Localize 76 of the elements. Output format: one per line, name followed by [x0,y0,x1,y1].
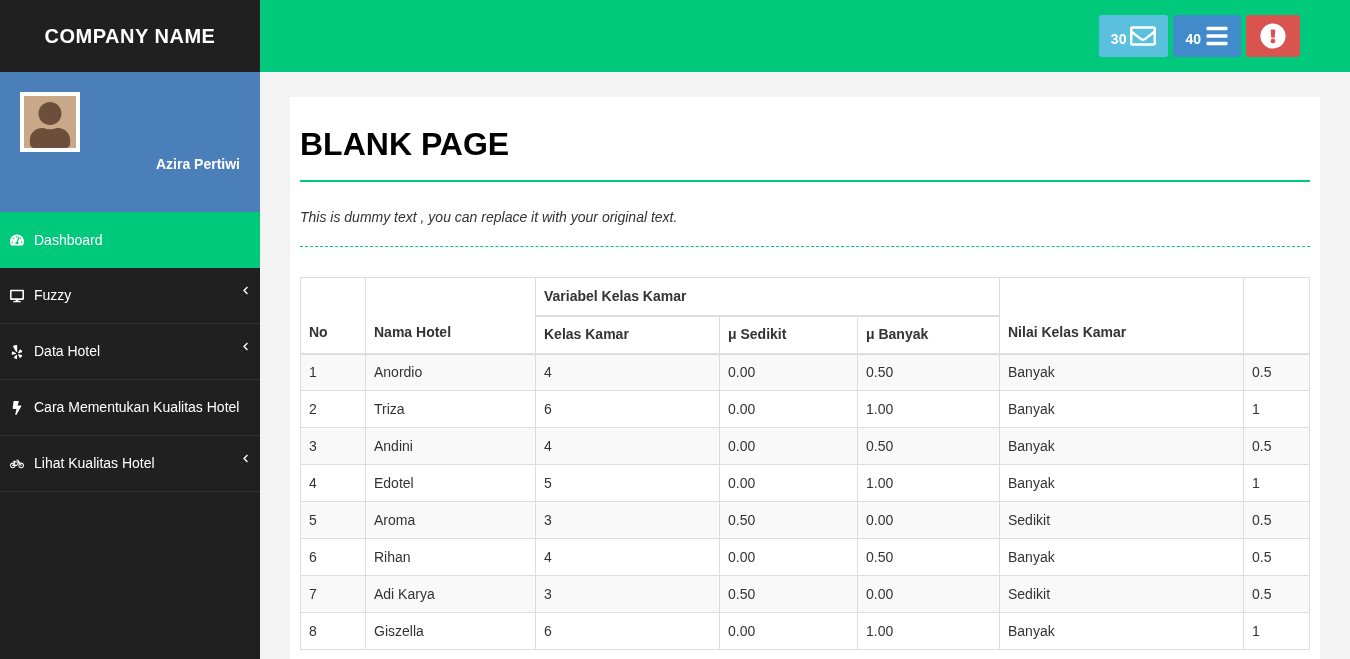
table-cell: 0.5 [1243,427,1310,465]
mail-icon [1130,23,1157,49]
brand-name: COMPANY NAME [44,24,216,49]
table-cell: Banyak [999,353,1244,391]
user-name: Azira Pertiwi [155,155,240,174]
table-cell: Banyak [999,612,1244,650]
table-cell: 0.00 [857,501,1000,539]
table-cell: 0.00 [857,575,1000,613]
table-cell: 6 [535,390,720,428]
notification-button[interactable] [1246,15,1300,57]
person-silhouette-icon [27,102,73,148]
table-cell: 4 [535,538,720,576]
table-cell: 1.00 [857,390,1000,428]
menu-icon [1205,24,1229,48]
table-cell: 0.50 [719,575,858,613]
page-subtitle: This is dummy text , you can replace it with your original text. [300,207,1310,247]
table-cell: 1 [1243,464,1310,502]
table-cell: Sedikit [999,575,1244,613]
table-cell: Banyak [999,390,1244,428]
table-cell: 1.00 [857,612,1000,650]
column-header: Nilai Kelas Kamar [999,277,1244,354]
table-cell: 6 [300,538,366,576]
table-cell: 3 [300,427,366,465]
table-cell: 5 [300,501,366,539]
table-cell: 0.50 [857,353,1000,391]
table-cell: Andini [365,427,536,465]
table-cell: Edotel [365,464,536,502]
flower-icon [10,344,24,359]
table-cell: 4 [535,427,720,465]
table-cell: 0.5 [1243,501,1310,539]
table-cell: 1 [1243,390,1310,428]
table-cell: 8 [300,612,366,650]
table-cell: Triza [365,390,536,428]
table-cell: 0.50 [857,427,1000,465]
table-cell: Banyak [999,427,1244,465]
table-cell: 3 [535,501,720,539]
table-cell: 4 [300,464,366,502]
table-cell: 4 [535,353,720,391]
table-cell: 1 [1243,612,1310,650]
table-cell: 3 [535,575,720,613]
notification-button[interactable]: 40 [1173,15,1241,57]
table-cell: 0.00 [719,353,858,391]
column-group-header: Variabel Kelas Kamar [535,277,1000,316]
table-cell: 0.00 [719,612,858,650]
table-cell: 0.5 [1243,538,1310,576]
table-cell: Banyak [999,464,1244,502]
table-cell: 0.50 [857,538,1000,576]
column-header: μ Sedikit [719,315,858,354]
monitor-icon [10,288,24,303]
page-title: BLANK PAGE [300,125,1310,182]
table-cell: 0.00 [719,390,858,428]
table-cell: Anordio [365,353,536,391]
table-cell: 1.00 [857,464,1000,502]
table-cell: 2 [300,390,366,428]
column-header: Kelas Kamar [535,315,720,354]
table-cell: Sedikit [999,501,1244,539]
dashboard-icon [10,233,24,247]
table-cell: Adi Karya [365,575,536,613]
table-cell: 7 [300,575,366,613]
table-cell: 0.00 [719,538,858,576]
column-header: No [300,277,366,354]
table-cell: 0.5 [1243,353,1310,391]
table-cell: 1 [300,353,366,391]
column-header: Nama Hotel [365,277,536,354]
table-cell: Aroma [365,501,536,539]
table-cell: 5 [535,464,720,502]
table-cell: 0.5 [1243,575,1310,613]
table-cell: 0.00 [719,464,858,502]
table-cell: 0.50 [719,501,858,539]
table-cell: 0.00 [719,427,858,465]
table-cell: Rihan [365,538,536,576]
lightning-icon [10,400,24,415]
alert-icon [1260,23,1286,49]
table-cell: Banyak [999,538,1244,576]
table-cell: Giszella [365,612,536,650]
table-cell: 6 [535,612,720,650]
